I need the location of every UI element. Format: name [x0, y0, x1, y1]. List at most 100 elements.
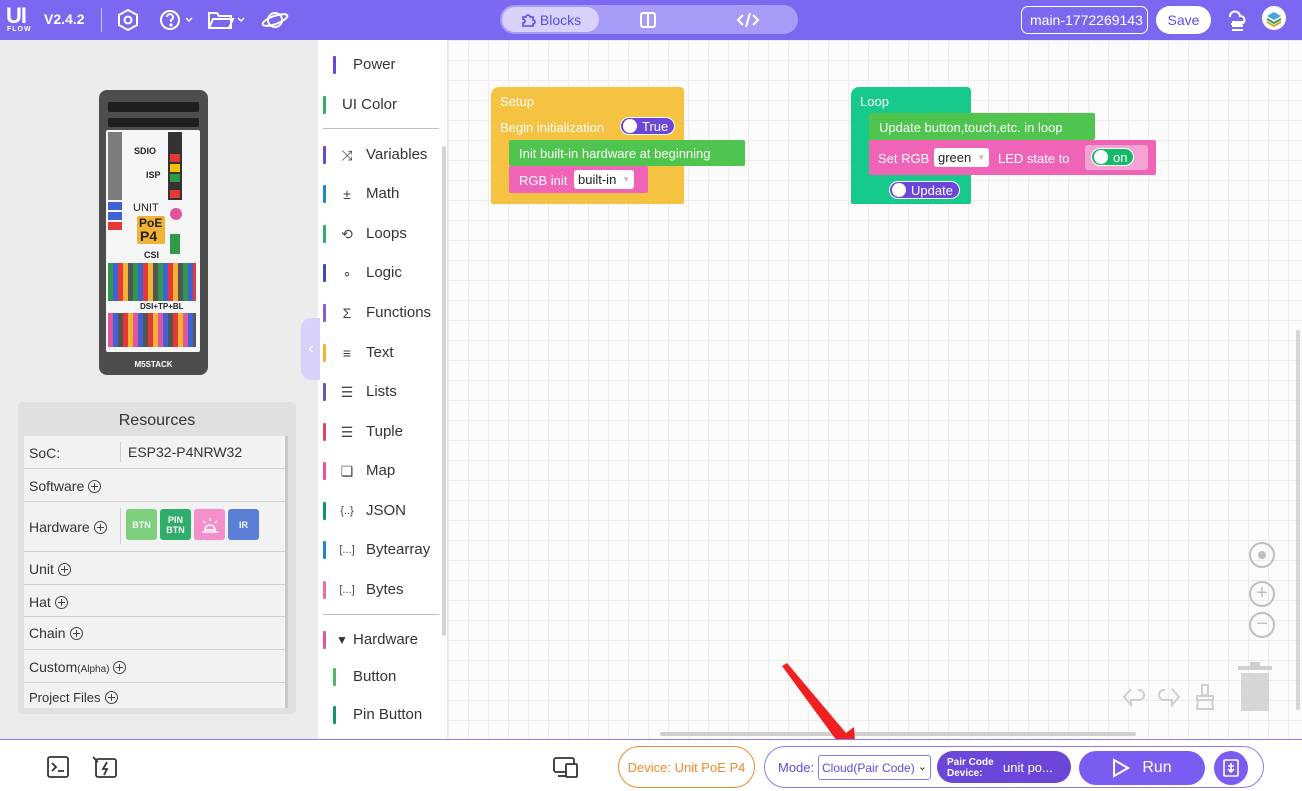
recenter-icon[interactable]	[1249, 542, 1275, 568]
pin-btn-label: PIN BTN	[166, 514, 185, 535]
unit-row[interactable]: Unit	[24, 552, 285, 585]
workspace-horizontal-scrollbar[interactable]	[660, 732, 1136, 736]
toolbox-scrollbar[interactable]	[442, 146, 446, 636]
dropdown-arrow-icon: ▼	[622, 175, 631, 184]
flash-icon[interactable]	[92, 756, 118, 778]
resources-title: Resources	[118, 412, 196, 429]
set-rgb-block[interactable]: Set RGB green ▼ LED state to on	[869, 140, 1156, 175]
update-loop-block[interactable]: Update button,touch,etc. in loop	[869, 113, 1095, 140]
project-files-row[interactable]: Project Files	[24, 683, 285, 708]
planet-icon[interactable]	[261, 8, 289, 32]
software-row[interactable]: Software	[24, 469, 285, 502]
mode-select[interactable]: Cloud(Pair Code) ⌄	[818, 755, 931, 780]
category-variables[interactable]: ⤨ Variables	[320, 140, 444, 170]
hat-row[interactable]: Hat	[24, 585, 285, 617]
hardware-btn-badge[interactable]: BTN	[126, 509, 157, 540]
redo-icon[interactable]	[1156, 685, 1182, 709]
category-label: Lists	[366, 383, 397, 400]
category-json[interactable]: {..} JSON	[320, 496, 444, 526]
custom-alpha-tag: (Alpha)	[77, 664, 110, 675]
pair-device-label: Device:	[947, 768, 983, 779]
clean-up-icon[interactable]	[1194, 683, 1216, 711]
category-color-bar	[323, 225, 326, 243]
board-label-isp: ISP	[146, 170, 161, 180]
add-software-icon[interactable]	[88, 480, 102, 493]
tab-split-view[interactable]	[638, 10, 658, 30]
tab-blocks[interactable]: Blocks	[502, 7, 599, 32]
trash-icon[interactable]	[1236, 662, 1274, 712]
category-lists[interactable]: ☰ Lists	[320, 377, 444, 407]
help-icon[interactable]	[159, 8, 193, 32]
rgb-init-dropdown[interactable]: built-in ▼	[574, 170, 635, 189]
category-functions[interactable]: Σ Functions	[320, 298, 444, 328]
category-bytearray[interactable]: [...] Bytearray	[320, 535, 444, 565]
category-power[interactable]: Power	[320, 50, 444, 80]
category-label: JSON	[366, 502, 407, 519]
run-button[interactable]: Run	[1079, 751, 1205, 785]
category-color-bar	[323, 344, 326, 362]
divider	[101, 8, 102, 32]
chain-row[interactable]: Chain	[24, 617, 285, 650]
category-label: Text	[366, 344, 394, 361]
undo-icon[interactable]	[1121, 685, 1147, 709]
bottom-bar: Device: Unit PoE P4 Mode: Cloud(Pair Cod…	[0, 739, 1302, 791]
category-map[interactable]: ❏ Map	[320, 456, 444, 486]
add-hardware-icon[interactable]	[93, 521, 107, 534]
mode-value: Cloud(Pair Code)	[822, 760, 915, 775]
category-logic[interactable]: ∘ Logic	[320, 258, 444, 288]
board-label-unit: UNIT	[133, 202, 159, 214]
cloud-stack-icon[interactable]	[1224, 8, 1248, 32]
tab-code[interactable]	[736, 10, 760, 30]
add-hat-icon[interactable]	[54, 596, 68, 609]
zoom-in-icon[interactable]: +	[1249, 581, 1275, 607]
software-label: Software	[29, 478, 85, 494]
m5stack-icon[interactable]	[1261, 6, 1287, 30]
update-toggle-block[interactable]: Update	[889, 181, 960, 199]
blocks-workspace[interactable]: Setup Begin initialization True Init bui…	[448, 40, 1302, 739]
hardware-rgb-badge[interactable]	[194, 509, 225, 540]
category-math[interactable]: ± Math	[320, 179, 444, 209]
settings-icon[interactable]	[116, 8, 140, 32]
hardware-label: Hardware	[29, 519, 90, 535]
folder-icon[interactable]	[207, 8, 247, 32]
hardware-ir-badge[interactable]: IR	[228, 509, 259, 540]
caret-down-icon: ▼	[336, 633, 348, 647]
chevron-down-icon: ⌄	[917, 761, 927, 773]
json-icon: {..}	[340, 505, 354, 517]
category-button[interactable]: Button	[320, 662, 444, 692]
board-label-csi: CSI	[144, 250, 160, 260]
device-manager-icon[interactable]	[553, 756, 579, 778]
custom-row[interactable]: Custom(Alpha)	[24, 650, 285, 683]
category-label: Variables	[366, 146, 428, 163]
filename-input[interactable]: main-1772269143	[1021, 6, 1148, 34]
category-ui-color[interactable]: UI Color	[320, 90, 444, 120]
download-button[interactable]	[1214, 751, 1248, 785]
hardware-pin-btn-badge[interactable]: PIN BTN	[160, 509, 191, 540]
workspace-vertical-scrollbar[interactable]	[1296, 330, 1300, 710]
add-project-file-icon[interactable]	[104, 691, 118, 704]
rgb-color-dropdown[interactable]: green ▼	[934, 148, 990, 167]
setup-hat-label: Setup	[500, 94, 534, 109]
init-hardware-block[interactable]: Init built-in hardware at beginning	[509, 140, 745, 166]
save-button[interactable]: Save	[1156, 6, 1211, 34]
category-text[interactable]: ≡ Text	[320, 338, 444, 368]
pair-code-device[interactable]: Pair Code Device: unit po...	[937, 751, 1071, 783]
begin-init-toggle[interactable]: True	[620, 117, 676, 135]
resources-list: SoC: ESP32-P4NRW32 Software Hardware BTN…	[24, 436, 288, 708]
add-chain-icon[interactable]	[69, 627, 83, 640]
add-custom-icon[interactable]	[113, 661, 127, 674]
category-tuple[interactable]: ☰ Tuple	[320, 417, 444, 447]
terminal-icon[interactable]	[47, 756, 69, 778]
category-bytes[interactable]: [...] Bytes	[320, 575, 444, 605]
led-state-toggle[interactable]: on	[1091, 148, 1135, 166]
device-selector[interactable]: Device: Unit PoE P4	[618, 746, 755, 788]
puzzle-icon	[522, 13, 536, 27]
add-unit-icon[interactable]	[57, 563, 71, 576]
category-hardware[interactable]: ▼ Hardware	[320, 625, 444, 655]
collapse-panel-button[interactable]: ‹	[301, 318, 321, 380]
category-loops[interactable]: ⟲ Loops	[320, 219, 444, 249]
rgb-init-block[interactable]: RGB init built-in ▼	[509, 166, 648, 193]
category-pin-button[interactable]: Pin Button	[320, 700, 444, 730]
toolbox-divider	[323, 614, 439, 615]
zoom-out-icon[interactable]: −	[1249, 612, 1275, 638]
